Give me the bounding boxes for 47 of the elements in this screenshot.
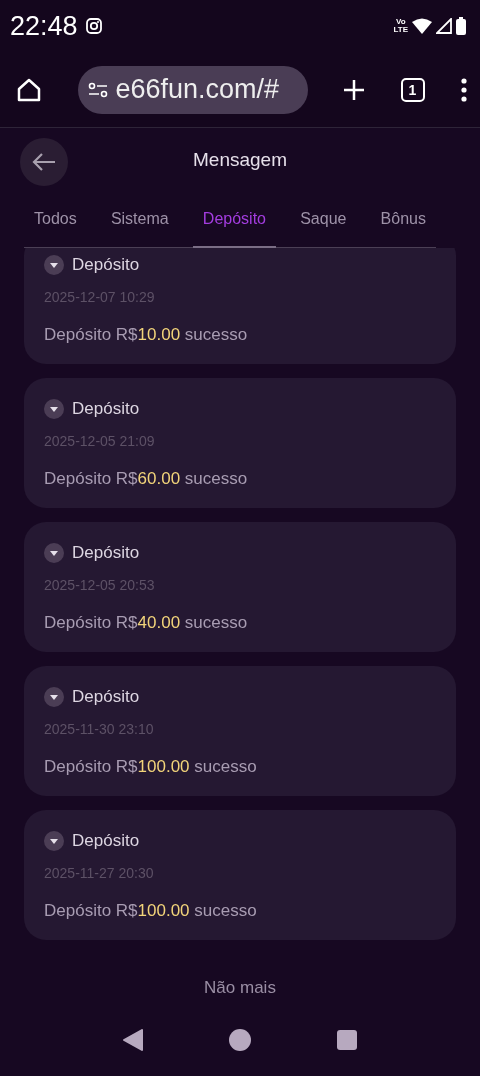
message-date: 2025-11-27 20:30 bbox=[44, 863, 155, 883]
message-date: 2025-11-30 23:10 bbox=[44, 719, 155, 739]
message-card[interactable]: Depósito 2025-12-05 21:09 Depósito R$60.00 sucesso bbox=[24, 378, 456, 508]
site-settings-icon[interactable] bbox=[87, 80, 108, 99]
message-title: Depósito bbox=[72, 542, 140, 564]
back-button[interactable] bbox=[20, 138, 68, 186]
message-text: Depósito R$100.00 sucesso bbox=[44, 899, 258, 922]
category-tab[interactable]: Bônus bbox=[370, 192, 436, 248]
message-card[interactable]: Depósito 2025-11-27 20:30 Depósito R$100.00 sucesso bbox=[24, 810, 456, 940]
new-tab-icon[interactable] bbox=[343, 78, 365, 101]
status-time: 22:48 bbox=[10, 9, 78, 43]
category-tab[interactable]: Sistema bbox=[100, 192, 179, 248]
expand-caret-icon[interactable] bbox=[44, 254, 64, 275]
message-date: 2025-12-05 21:09 bbox=[44, 431, 156, 451]
expand-caret-icon[interactable] bbox=[44, 830, 64, 851]
message-title: Depósito bbox=[72, 254, 140, 276]
back-nav-icon[interactable] bbox=[123, 1029, 143, 1051]
message-date: 2025-12-05 20:53 bbox=[44, 575, 156, 595]
end-of-list-text: Não mais bbox=[204, 977, 276, 1000]
menu-icon[interactable] bbox=[460, 77, 468, 102]
message-text: Depósito R$60.00 sucesso bbox=[44, 467, 249, 490]
instagram-icon bbox=[85, 18, 102, 34]
back-arrow-icon[interactable] bbox=[31, 151, 57, 173]
message-text: Depósito R$100.00 sucesso bbox=[44, 755, 258, 778]
battery-icon bbox=[456, 17, 466, 35]
message-card[interactable]: Depósito 2025-11-30 23:10 Depósito R$100.00 sucesso bbox=[24, 666, 456, 796]
home-icon[interactable] bbox=[16, 76, 42, 103]
expand-caret-icon[interactable] bbox=[44, 542, 64, 563]
address-bar[interactable]: e66fun.com/# bbox=[77, 65, 308, 114]
expand-caret-icon[interactable] bbox=[44, 398, 64, 419]
message-title: Depósito bbox=[72, 686, 140, 708]
category-tab[interactable]: Todos bbox=[24, 192, 87, 248]
tab-switcher[interactable]: 1 bbox=[400, 77, 425, 102]
category-tab[interactable]: Saque bbox=[290, 192, 357, 248]
volte-label: Vo LTE bbox=[393, 18, 408, 34]
message-card[interactable]: Depósito 2025-12-05 20:53 Depósito R$40.00 sucesso bbox=[24, 522, 456, 652]
message-title: Depósito bbox=[72, 830, 140, 852]
page-title: Mensagem bbox=[193, 147, 287, 172]
message-text: Depósito R$40.00 sucesso bbox=[44, 611, 249, 634]
message-text: Depósito R$10.00 sucesso bbox=[44, 323, 249, 346]
home-nav-icon[interactable] bbox=[229, 1029, 251, 1051]
message-date: 2025-12-07 10:29 bbox=[44, 287, 156, 307]
wifi-icon bbox=[412, 18, 432, 34]
signal-icon bbox=[436, 18, 452, 34]
expand-caret-icon[interactable] bbox=[44, 686, 64, 707]
message-title: Depósito bbox=[72, 398, 140, 420]
message-card[interactable]: Depósito 2025-12-07 10:29 Depósito R$10.00 sucesso bbox=[24, 248, 456, 364]
